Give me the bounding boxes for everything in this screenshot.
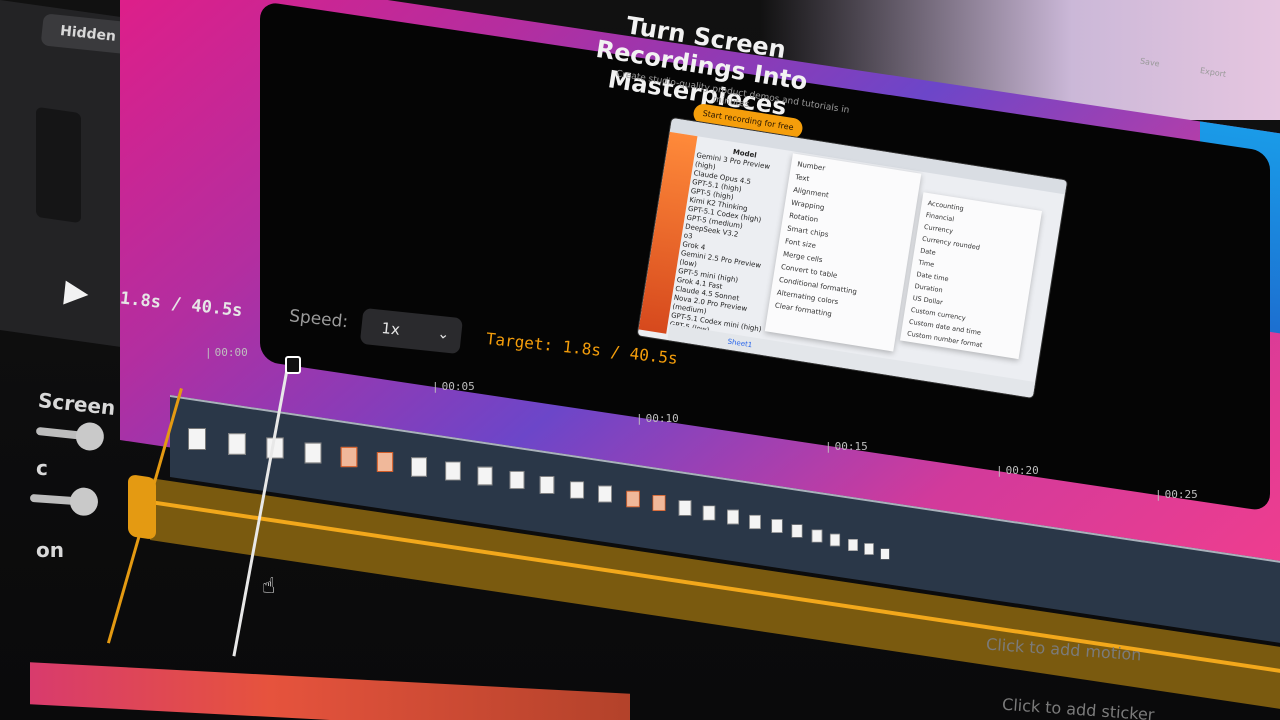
track-label-screen: Screen <box>36 388 117 420</box>
screen-toggle[interactable] <box>35 426 97 442</box>
track-label-mic: c <box>36 456 48 480</box>
chevron-down-icon: ⌄ <box>436 325 451 343</box>
speed-label: Speed: <box>288 306 350 333</box>
screen-thumbnail <box>749 514 761 529</box>
screen-thumbnail <box>188 428 206 450</box>
screen-thumbnail <box>598 485 612 503</box>
next-preview-strip <box>30 662 630 720</box>
ruler-tick: 00:25 <box>1155 488 1198 501</box>
screen-thumbnail <box>227 432 246 455</box>
screen-thumbnail <box>847 538 858 551</box>
number-format-menu: Accounting Financial Currency Currency roun… <box>900 192 1043 360</box>
ruler-tick: 00:20 <box>996 464 1039 477</box>
screen-thumbnail <box>770 519 783 534</box>
format-menu: Number Text Alignment Wrapping Rotation Smart… <box>764 153 922 352</box>
screen-thumbnail <box>411 456 427 477</box>
add-sticker-hint[interactable]: Click to add sticker <box>1002 695 1155 720</box>
ruler-tick: 00:10 <box>636 412 679 425</box>
screen-thumbnail <box>569 481 584 499</box>
mic-toggle[interactable] <box>29 493 91 507</box>
sidebar-panel <box>36 106 81 224</box>
speed-value: 1x <box>380 318 401 339</box>
hand-cursor-icon: ☝ <box>262 574 276 599</box>
screen-thumbnail <box>702 505 716 521</box>
screen-thumbnail <box>539 476 555 494</box>
ruler-tick: 00:15 <box>825 440 868 453</box>
screen-thumbnail <box>880 548 889 560</box>
screen-thumbnail <box>726 509 739 525</box>
screen-thumbnail <box>625 490 640 507</box>
playhead-grip[interactable] <box>285 356 301 374</box>
play-icon[interactable] <box>63 280 90 307</box>
screen-thumbnail <box>340 447 358 468</box>
screen-thumbnail <box>678 500 691 516</box>
screen-thumbnail <box>477 466 493 486</box>
screen-thumbnail <box>864 543 874 556</box>
screen-thumbnail <box>652 495 666 512</box>
screen-thumbnail <box>304 442 321 464</box>
screen-thumbnail <box>829 534 841 547</box>
screen-thumbnail <box>444 461 461 481</box>
ruler-tick: 00:05 <box>432 380 475 393</box>
ruler-tick: 00:00 <box>205 346 248 359</box>
editor-window: Hidden Turn Screen Recordings Into Maste… <box>0 0 1280 720</box>
screen-thumbnail <box>509 471 524 490</box>
screen-thumbnail <box>791 524 803 538</box>
screen-thumbnail <box>376 452 393 472</box>
screen-thumbnail <box>811 529 822 542</box>
track-label-motion: on <box>36 538 64 562</box>
